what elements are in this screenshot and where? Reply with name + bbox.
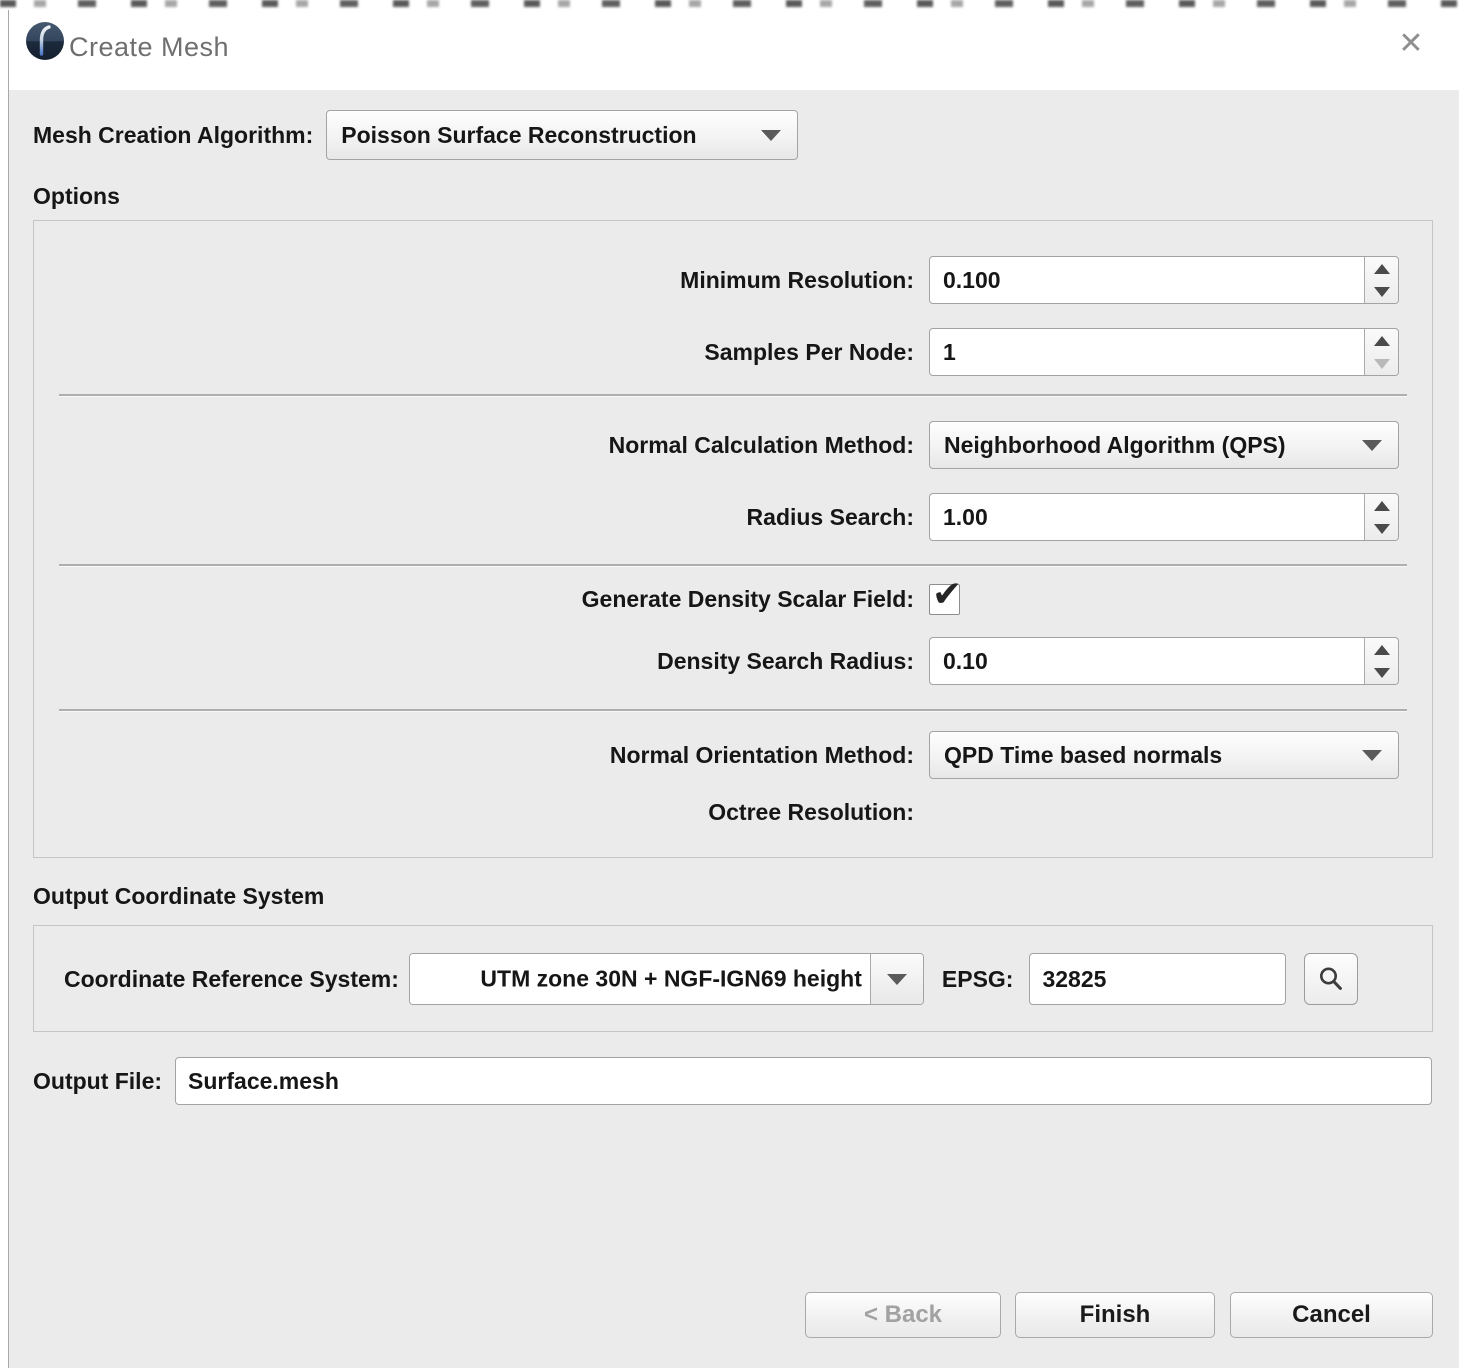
- samples-per-node-value: 1: [943, 339, 956, 366]
- create-mesh-dialog: Create Mesh ✕ Mesh Creation Algorithm: P…: [8, 10, 1459, 1368]
- output-file-input[interactable]: [175, 1057, 1432, 1105]
- generate-density-scalar-field-checkbox[interactable]: ✔: [929, 584, 960, 615]
- spin-down-button[interactable]: [1365, 517, 1398, 540]
- background-window-sliver: [0, 0, 1460, 9]
- output-file-row: Output File:: [33, 1057, 1432, 1105]
- generate-density-scalar-field-label: Generate Density Scalar Field:: [34, 586, 914, 613]
- chevron-down-icon: [1362, 440, 1382, 451]
- minimum-resolution-field[interactable]: 0.100: [929, 256, 1399, 304]
- density-search-radius-row: Density Search Radius: 0.10: [34, 637, 1432, 685]
- minimum-resolution-label: Minimum Resolution:: [34, 267, 914, 294]
- minimum-resolution-row: Minimum Resolution: 0.100: [34, 256, 1432, 304]
- spin-down-button[interactable]: [1365, 280, 1398, 303]
- octree-resolution-row: Octree Resolution:: [34, 799, 1432, 826]
- radius-search-row: Radius Search: 1.00: [34, 493, 1432, 541]
- crs-edit-field[interactable]: UTM zone 30N + NGF-IGN69 height: [410, 954, 870, 1004]
- dialog-content: Mesh Creation Algorithm: Poisson Surface…: [9, 90, 1459, 1368]
- spin-up-button[interactable]: [1365, 329, 1398, 352]
- epsg-label: EPSG:: [942, 966, 1014, 993]
- density-search-radius-spinner: [1364, 638, 1398, 684]
- generate-density-scalar-field-row: Generate Density Scalar Field: ✔: [34, 584, 1432, 615]
- back-button[interactable]: < Back: [805, 1292, 1001, 1338]
- radius-search-field[interactable]: 1.00: [929, 493, 1399, 541]
- crs-row: Coordinate Reference System: UTM zone 30…: [64, 953, 1408, 1005]
- radius-search-spinner: [1364, 494, 1398, 540]
- density-search-radius-field[interactable]: 0.10: [929, 637, 1399, 685]
- output-coordinate-system-section-label: Output Coordinate System: [33, 883, 324, 910]
- spin-up-button[interactable]: [1365, 494, 1398, 517]
- chevron-down-icon: [887, 974, 907, 985]
- app-icon: [25, 21, 65, 61]
- epsg-input[interactable]: [1029, 953, 1286, 1005]
- chevron-down-icon: [761, 130, 781, 141]
- options-section-label: Options: [33, 183, 120, 210]
- separator: [59, 709, 1407, 712]
- check-icon: ✔: [932, 573, 962, 615]
- search-icon: [1317, 965, 1345, 993]
- algorithm-row: Mesh Creation Algorithm: Poisson Surface…: [33, 110, 1432, 160]
- background-smudge: [0, 0, 1460, 7]
- radius-search-value: 1.00: [943, 504, 988, 531]
- crs-dropdown-button[interactable]: [870, 954, 923, 1004]
- spin-up-button[interactable]: [1365, 257, 1398, 280]
- radius-search-label: Radius Search:: [34, 504, 914, 531]
- triangle-down-icon: [1374, 287, 1390, 297]
- crs-label: Coordinate Reference System:: [64, 966, 399, 993]
- output-file-label: Output File:: [33, 1068, 162, 1095]
- separator: [59, 564, 1407, 567]
- algorithm-value: Poisson Surface Reconstruction: [341, 122, 696, 149]
- density-search-radius-label: Density Search Radius:: [34, 648, 914, 675]
- triangle-up-icon: [1374, 645, 1390, 655]
- normal-calculation-method-label: Normal Calculation Method:: [34, 432, 914, 459]
- octree-resolution-label: Octree Resolution:: [34, 799, 914, 826]
- triangle-up-icon: [1374, 336, 1390, 346]
- crs-combobox[interactable]: UTM zone 30N + NGF-IGN69 height: [409, 953, 924, 1005]
- dialog-titlebar: Create Mesh ✕: [9, 10, 1459, 90]
- dialog-title: Create Mesh: [69, 32, 229, 63]
- density-search-radius-value: 0.10: [943, 648, 988, 675]
- algorithm-dropdown[interactable]: Poisson Surface Reconstruction: [326, 110, 798, 160]
- finish-button[interactable]: Finish: [1015, 1292, 1215, 1338]
- minimum-resolution-value: 0.100: [943, 267, 1001, 294]
- normal-orientation-method-label: Normal Orientation Method:: [34, 742, 914, 769]
- cancel-button[interactable]: Cancel: [1230, 1292, 1433, 1338]
- samples-per-node-field[interactable]: 1: [929, 328, 1399, 376]
- spin-up-button[interactable]: [1365, 638, 1398, 661]
- close-icon[interactable]: ✕: [1391, 24, 1431, 64]
- crs-value: UTM zone 30N + NGF-IGN69 height: [480, 966, 861, 993]
- algorithm-label: Mesh Creation Algorithm:: [33, 122, 313, 149]
- normal-orientation-method-value: QPD Time based normals: [944, 742, 1222, 769]
- samples-per-node-label: Samples Per Node:: [34, 339, 914, 366]
- minimum-resolution-spinner: [1364, 257, 1398, 303]
- normal-calculation-method-dropdown[interactable]: Neighborhood Algorithm (QPS): [929, 421, 1399, 469]
- output-coordinate-system-groupbox: Coordinate Reference System: UTM zone 30…: [33, 925, 1433, 1032]
- samples-per-node-row: Samples Per Node: 1: [34, 328, 1432, 376]
- chevron-down-icon: [1362, 750, 1382, 761]
- triangle-up-icon: [1374, 264, 1390, 274]
- spin-down-button[interactable]: [1365, 352, 1398, 375]
- options-groupbox: Minimum Resolution: 0.100 Samples Per No…: [33, 220, 1433, 858]
- triangle-down-icon: [1374, 668, 1390, 678]
- normal-orientation-method-row: Normal Orientation Method: QPD Time base…: [34, 731, 1432, 779]
- triangle-down-icon: [1374, 359, 1390, 369]
- separator: [59, 394, 1407, 397]
- crs-search-button[interactable]: [1304, 953, 1358, 1005]
- triangle-up-icon: [1374, 501, 1390, 511]
- triangle-down-icon: [1374, 524, 1390, 534]
- samples-per-node-spinner: [1364, 329, 1398, 375]
- normal-calculation-method-value: Neighborhood Algorithm (QPS): [944, 432, 1286, 459]
- normal-orientation-method-dropdown[interactable]: QPD Time based normals: [929, 731, 1399, 779]
- normal-calculation-method-row: Normal Calculation Method: Neighborhood …: [34, 421, 1432, 469]
- spin-down-button[interactable]: [1365, 661, 1398, 684]
